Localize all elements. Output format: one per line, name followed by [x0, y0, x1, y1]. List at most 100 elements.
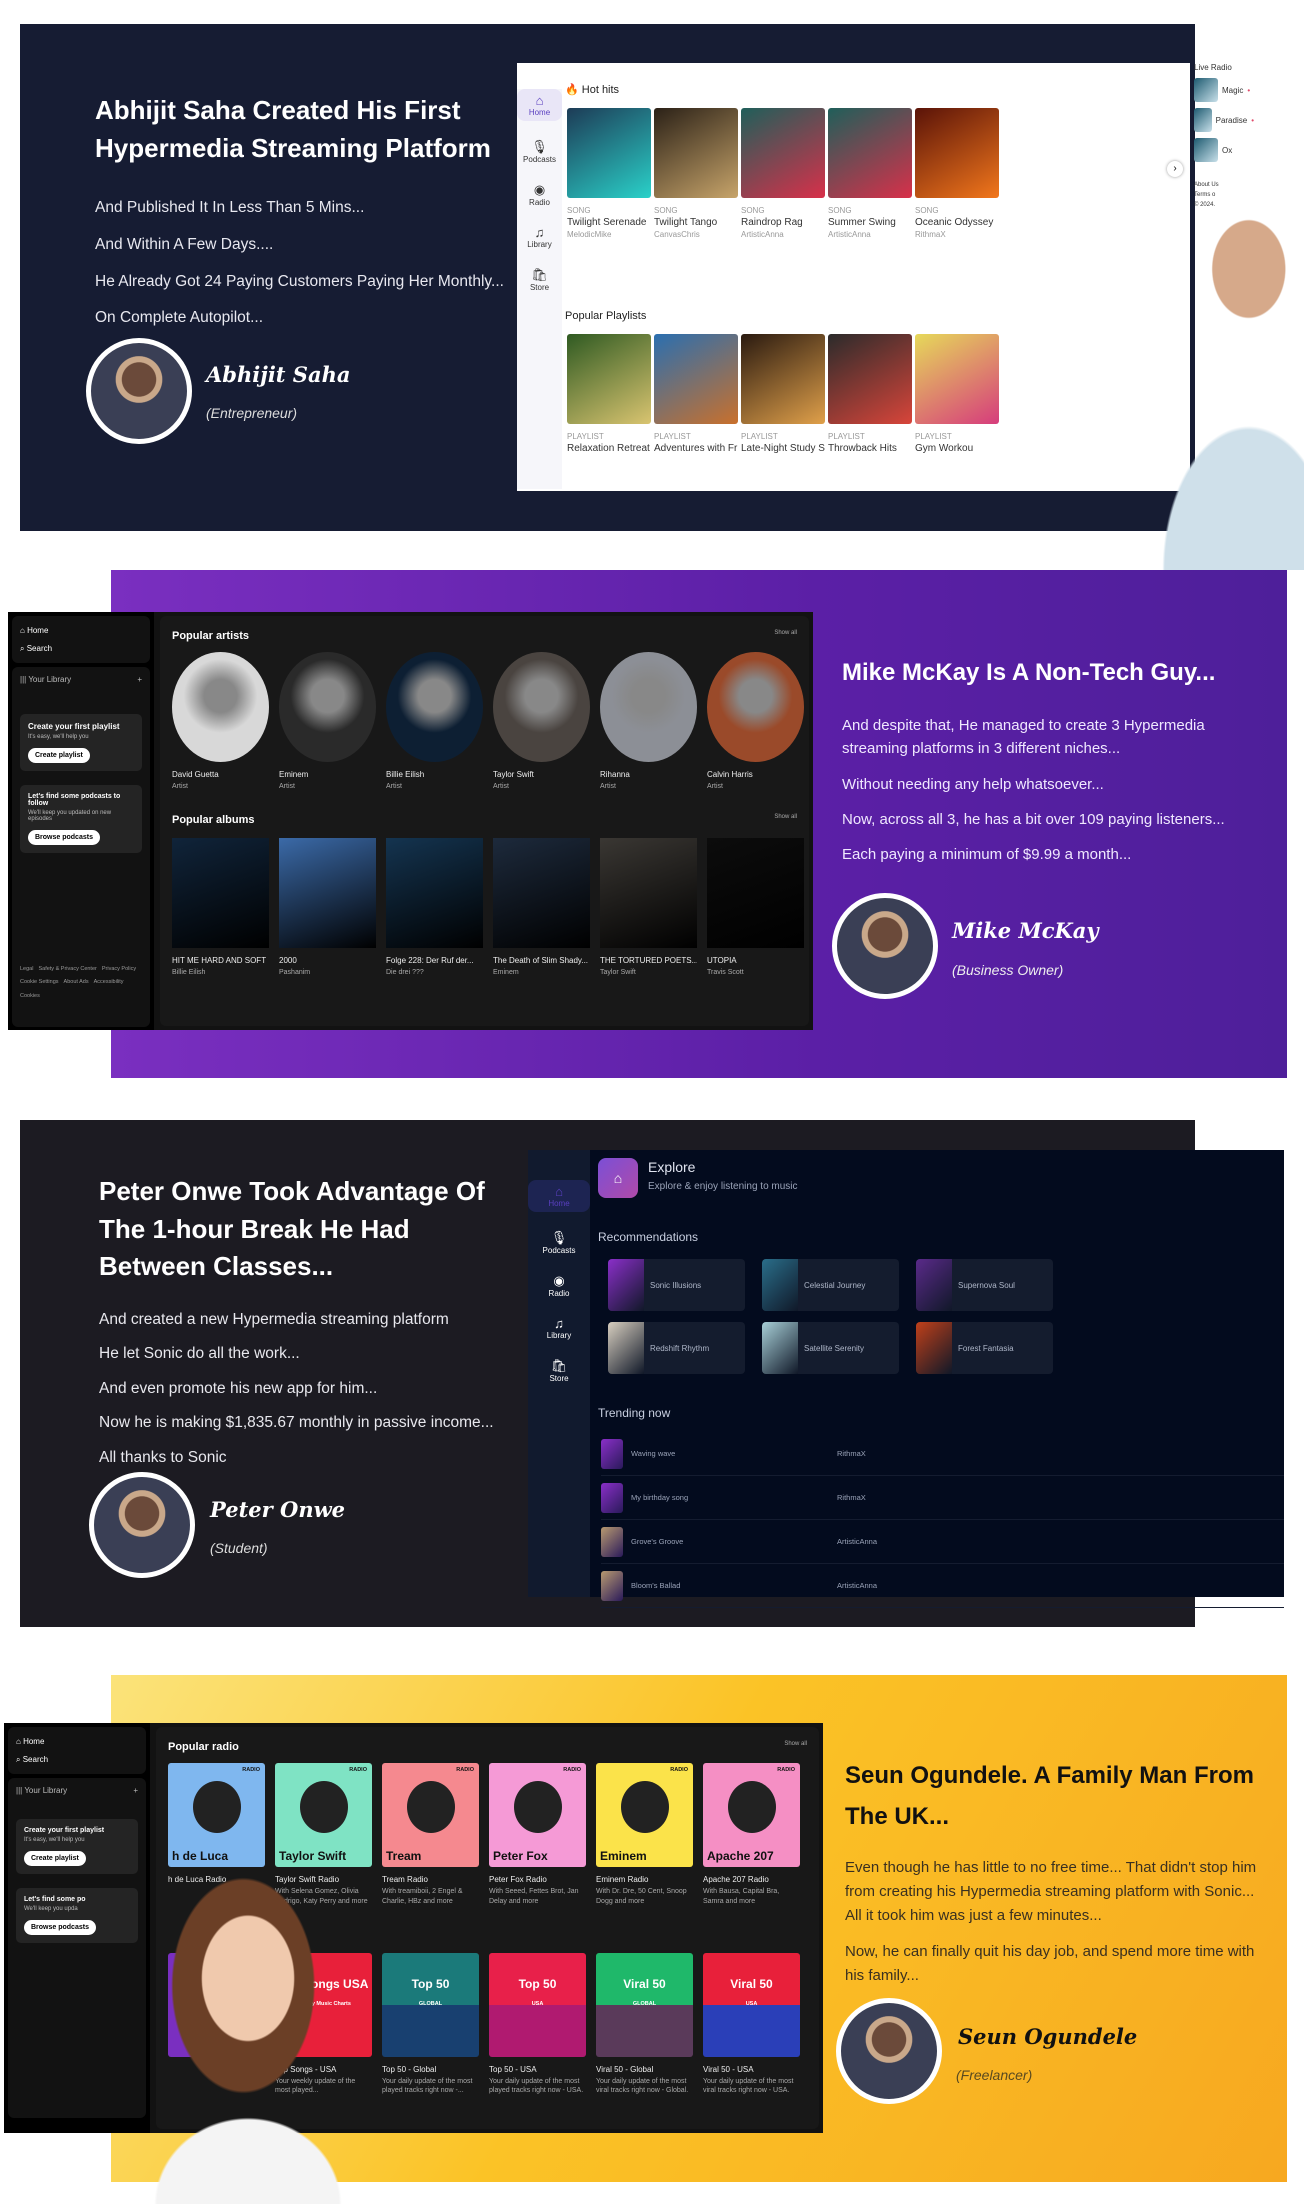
- show-all-link[interactable]: Show all: [774, 814, 797, 826]
- album-card[interactable]: UTOPIA Travis Scott: [707, 837, 804, 978]
- card-title: Gym Workou: [915, 443, 974, 454]
- nav-search[interactable]: ⌕ Search: [20, 640, 142, 658]
- track-title: Waving wave: [631, 1449, 676, 1458]
- chart-card[interactable]: Top 50 GLOBAL Top 50 - Global Your daily up…: [382, 1952, 479, 2097]
- card-type: SONG: [741, 206, 765, 215]
- recommendation-card[interactable]: Sonic Illusions: [608, 1259, 745, 1311]
- artist-photo: [600, 652, 697, 762]
- nav-library[interactable]: ♫ Library: [528, 1316, 590, 1340]
- your-library[interactable]: ||| Your Library +: [16, 1786, 138, 1795]
- s2-role: (Business Owner): [952, 962, 1064, 978]
- radio-tag: RADIO: [563, 1767, 581, 1773]
- radio-name: Tream Radio: [382, 1875, 428, 1884]
- media-card[interactable]: SONG Twilight Tango CanvasChris: [654, 108, 738, 239]
- card-type: SONG: [915, 206, 939, 215]
- footer-link[interactable]: Privacy Policy: [102, 966, 136, 972]
- media-card[interactable]: SONG Summer Swing ArtisticAnna: [828, 108, 912, 239]
- media-card[interactable]: SONG Twilight Serenade MelodicMike: [567, 108, 651, 239]
- card-title: Relaxation Retreat: [567, 443, 650, 454]
- album-card[interactable]: HIT ME HARD AND SOFT Billie Eilish: [172, 837, 269, 978]
- chart-card[interactable]: Top 50 USA Top 50 - USA Your daily update o…: [489, 1952, 586, 2097]
- radio-icon: ◉: [553, 1273, 565, 1288]
- album-cover: [279, 837, 376, 948]
- recommendation-card[interactable]: Redshift Rhythm: [608, 1322, 745, 1374]
- radio-tag: RADIO: [670, 1767, 688, 1773]
- home-icon: ⌂: [20, 626, 25, 635]
- media-card[interactable]: PLAYLIST Late-Night Study Session: [741, 334, 825, 454]
- nav-search[interactable]: ⌕ Search: [16, 1751, 138, 1769]
- trending-row[interactable]: Bloom's Ballad ArtisticAnna: [601, 1564, 1284, 1608]
- radio-cover: RADIO Peter Fox: [489, 1763, 586, 1867]
- album-artist: Die drei ???: [386, 968, 424, 976]
- chart-card[interactable]: Viral 50 USA Viral 50 - USA Your daily upda…: [703, 1952, 800, 2097]
- live-radio-title: Live Radio: [1194, 63, 1232, 72]
- artist-card[interactable]: Taylor Swift Artist: [493, 652, 590, 792]
- trending-row[interactable]: Waving wave RithmaX: [601, 1432, 1284, 1476]
- artist-card[interactable]: Calvin Harris Artist: [707, 652, 804, 792]
- your-library[interactable]: ||| Your Library +: [20, 675, 142, 684]
- avatar: [89, 1472, 195, 1578]
- media-card[interactable]: PLAYLIST Gym Workou: [915, 334, 999, 454]
- nav-podcasts[interactable]: 🎙 Podcasts: [528, 1230, 590, 1255]
- radio-card[interactable]: RADIO Peter Fox Peter Fox Radio With Seeed,…: [489, 1763, 586, 1907]
- footer-link[interactable]: Safety & Privacy Center: [38, 966, 96, 972]
- album-card[interactable]: Folge 228: Der Ruf der... Die drei ???: [386, 837, 483, 978]
- card-type: SONG: [828, 206, 852, 215]
- recommendation-card[interactable]: Celestial Journey: [762, 1259, 899, 1311]
- nav-library[interactable]: ♫ Library: [517, 225, 562, 249]
- media-card[interactable]: SONG Raindrop Rag ArtisticAnna: [741, 108, 825, 239]
- add-icon[interactable]: +: [137, 675, 142, 684]
- spotify-sidebar: ⌂ Home ⌕ Search ||| Your Library + Create…: [4, 1723, 150, 2133]
- media-card[interactable]: PLAYLIST Relaxation Retreat: [567, 334, 651, 454]
- live-radio-item[interactable]: Magic •: [1194, 78, 1254, 102]
- recommendation-card[interactable]: Supernova Soul: [916, 1259, 1053, 1311]
- nav-radio[interactable]: ◉ Radio: [528, 1273, 590, 1298]
- create-playlist-button[interactable]: Create playlist: [24, 1851, 86, 1867]
- recommendation-card[interactable]: Satellite Serenity: [762, 1322, 899, 1374]
- artist-card[interactable]: Eminem Artist: [279, 652, 376, 792]
- footer-link[interactable]: About Ads: [64, 979, 89, 985]
- popular-artists-heading: Popular artists: [172, 630, 250, 642]
- media-card[interactable]: PLAYLIST Adventures with Friends: [654, 334, 738, 454]
- nav-home[interactable]: ⌂ Home: [16, 1733, 138, 1751]
- add-icon[interactable]: +: [133, 1786, 138, 1795]
- radio-card[interactable]: RADIO Apache 207 Apache 207 Radio With Baus…: [703, 1763, 800, 1907]
- artist-photo: [707, 652, 804, 762]
- browse-podcasts-button[interactable]: Browse podcasts: [28, 830, 100, 846]
- browse-podcasts-button[interactable]: Browse podcasts: [24, 1920, 96, 1936]
- show-all-link[interactable]: Show all: [784, 1741, 807, 1753]
- footer-link[interactable]: Accessibility: [94, 979, 124, 985]
- cover-art: [762, 1259, 798, 1311]
- radio-sub: With Seeed, Fettes Brot, Jan Delay and m…: [489, 1888, 579, 1905]
- create-playlist-button[interactable]: Create playlist: [28, 748, 90, 764]
- man-photo: [1120, 140, 1304, 570]
- album-card[interactable]: 2000 Pashanim: [279, 837, 376, 978]
- nav-podcasts[interactable]: 🎙 Podcasts: [517, 139, 562, 164]
- artist-card[interactable]: Billie Eilish Artist: [386, 652, 483, 792]
- footer-link[interactable]: Cookies: [20, 993, 40, 999]
- nav-radio[interactable]: ◉ Radio: [517, 182, 562, 207]
- artist-type: Artist: [279, 783, 295, 790]
- nav-home[interactable]: ⌂ Home: [528, 1180, 590, 1212]
- nav-home[interactable]: ⌂ Home: [517, 89, 562, 121]
- footer-link[interactable]: Legal: [20, 966, 33, 972]
- radio-card[interactable]: RADIO Tream Tream Radio With treamiboii, 2 …: [382, 1763, 479, 1907]
- album-card[interactable]: The Death of Slim Shady... Eminem: [493, 837, 590, 978]
- nav-home[interactable]: ⌂ Home: [20, 622, 142, 640]
- footer-link[interactable]: Cookie Settings: [20, 979, 59, 985]
- radio-card[interactable]: RADIO Eminem Eminem Radio With Dr. Dre, 50 …: [596, 1763, 693, 1907]
- recommendation-card[interactable]: Forest Fantasia: [916, 1322, 1053, 1374]
- album-card[interactable]: THE TORTURED POETS... Taylor Swift: [600, 837, 697, 978]
- chart-card[interactable]: Viral 50 GLOBAL Viral 50 - Global Your dail…: [596, 1952, 693, 2097]
- trending-row[interactable]: Grove's Groove ArtisticAnna: [601, 1520, 1284, 1564]
- chart-cover-title: Viral 50: [623, 1976, 666, 1991]
- live-radio-item[interactable]: Paradise •: [1194, 108, 1254, 132]
- artist-card[interactable]: David Guetta Artist: [172, 652, 269, 792]
- nav-store[interactable]: 🛍 Store: [517, 267, 562, 292]
- artist-card[interactable]: Rihanna Artist: [600, 652, 697, 792]
- trending-row[interactable]: My birthday song RithmaX: [601, 1476, 1284, 1520]
- show-all-link[interactable]: Show all: [774, 630, 797, 642]
- media-card[interactable]: PLAYLIST Throwback Hits: [828, 334, 912, 454]
- media-card[interactable]: SONG Oceanic Odyssey RithmaX: [915, 108, 999, 239]
- nav-store[interactable]: 🛍 Store: [528, 1358, 590, 1383]
